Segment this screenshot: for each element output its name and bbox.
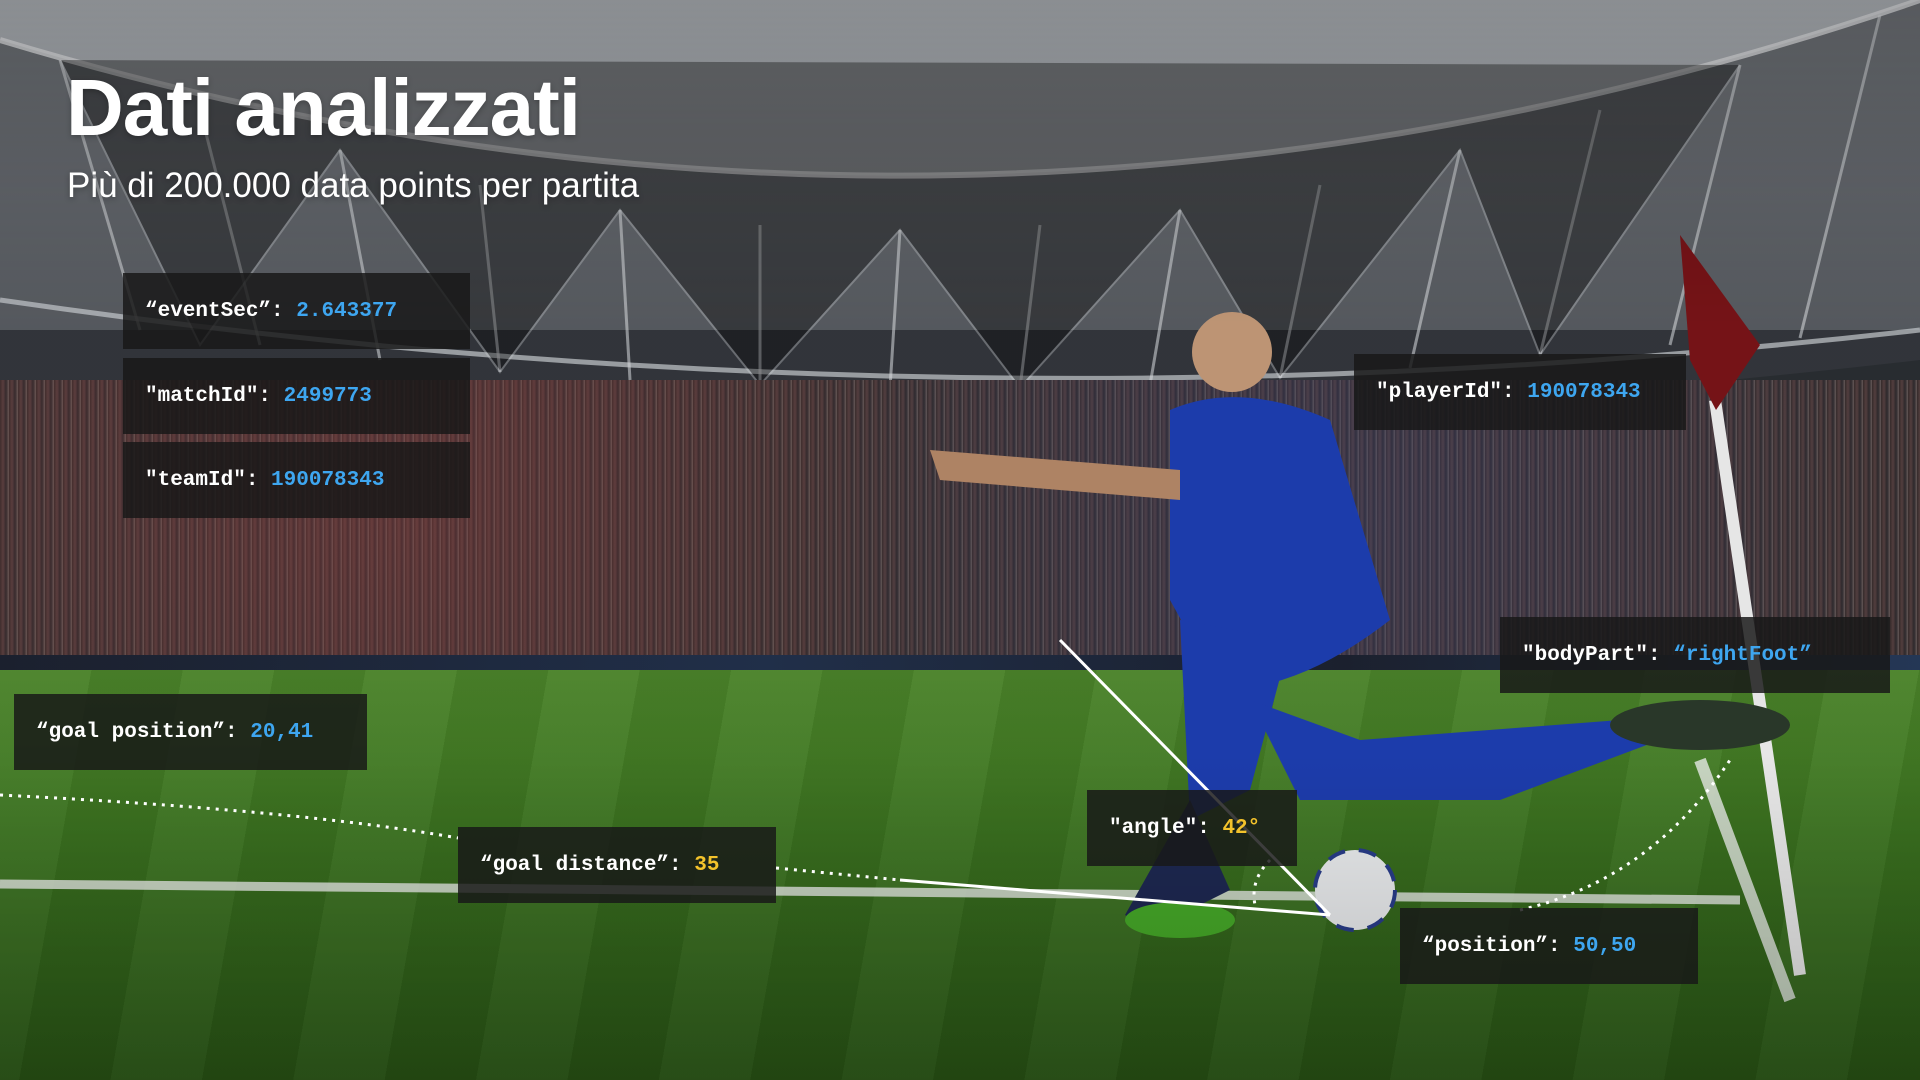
data-label-key: "bodyPart": (1522, 643, 1661, 667)
data-label-value: 190078343 (1527, 380, 1641, 404)
position-dotted-line (1519, 759, 1732, 912)
data-label-value: “rightFoot” (1673, 643, 1812, 667)
slide-subtitle: Più di 200.000 data points per partita (67, 166, 640, 205)
data-label-key: "teamId": (145, 468, 259, 492)
data-label-value: 2499773 (283, 384, 372, 408)
data-label-event-sec: “eventSec”: 2.643377 (123, 273, 470, 349)
data-label-match-id: "matchId": 2499773 (123, 358, 470, 434)
data-label-team-id: "teamId": 190078343 (123, 442, 470, 518)
goal-position-dotted-line (0, 793, 459, 840)
data-label-key: “goal position”: (36, 720, 238, 744)
data-label-value: 42° (1222, 816, 1261, 840)
slide: Dati analizzati Più di 200.000 data poin… (0, 0, 1920, 1080)
data-label-key: “eventSec”: (145, 299, 284, 323)
data-label-key: “position”: (1422, 934, 1561, 958)
angle-line (1058, 638, 1332, 917)
data-label-value: 20,41 (250, 720, 314, 744)
data-label-key: "matchId": (145, 384, 272, 408)
data-label-value: 50,50 (1573, 934, 1637, 958)
data-label-player-id: "playerId": 190078343 (1354, 354, 1686, 430)
angle-arc (1252, 858, 1272, 906)
data-label-key: “goal distance”: (480, 853, 682, 877)
data-label-value: 190078343 (271, 468, 385, 492)
distance-line (899, 878, 1331, 917)
data-label-key: "playerId": (1376, 380, 1515, 404)
data-label-value: 2.643377 (296, 299, 398, 323)
data-label-body-part: "bodyPart": “rightFoot” (1500, 617, 1890, 693)
data-label-key: "angle": (1109, 816, 1210, 840)
data-label-value: 35 (694, 853, 720, 877)
data-label-goal-distance: “goal distance”: 35 (458, 827, 776, 903)
slide-title: Dati analizzati (66, 63, 581, 152)
data-label-goal-position: “goal position”: 20,41 (14, 694, 367, 770)
data-label-position: “position”: 50,50 (1400, 908, 1698, 984)
goal-distance-dotted-line (775, 866, 901, 882)
data-label-angle: "angle": 42° (1087, 790, 1297, 866)
